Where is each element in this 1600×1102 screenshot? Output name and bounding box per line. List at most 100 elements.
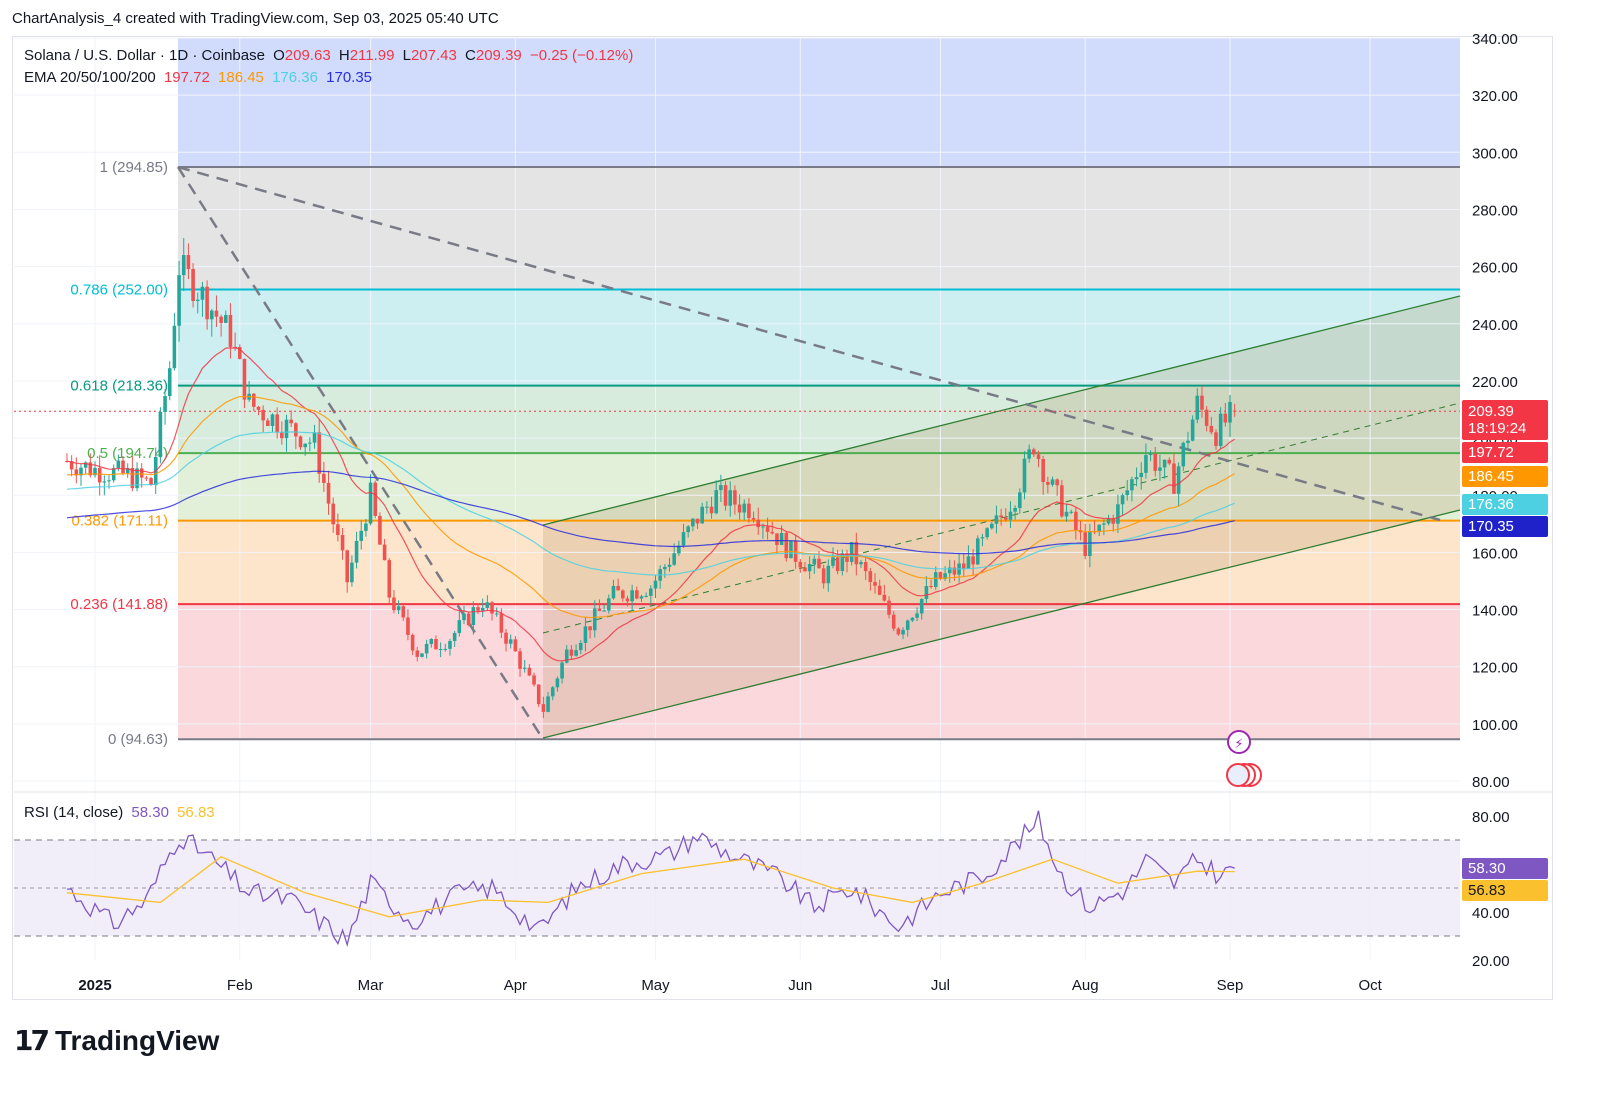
candle-body xyxy=(569,649,574,656)
candle-body xyxy=(1172,463,1176,494)
candle-body xyxy=(620,590,625,599)
candle-body xyxy=(508,639,513,644)
ema-legend-label[interactable]: EMA 20/50/100/200 xyxy=(24,69,156,86)
candle-body xyxy=(919,598,924,614)
candle-body xyxy=(1013,508,1017,512)
us-flag-icon[interactable] xyxy=(1226,763,1250,787)
candle-body xyxy=(163,396,167,412)
candle-body xyxy=(499,613,504,633)
candle-body xyxy=(588,626,592,631)
candle-body xyxy=(392,597,396,611)
candle-body xyxy=(121,460,125,474)
candle-body xyxy=(354,540,359,563)
candle-body xyxy=(350,562,354,583)
candle-body xyxy=(1008,511,1013,520)
candle-body xyxy=(742,503,747,513)
candle-body xyxy=(1144,455,1148,473)
candle-body xyxy=(345,550,350,583)
candle-body xyxy=(504,632,508,644)
candle-body xyxy=(639,596,644,599)
candle-body xyxy=(438,649,443,651)
fib-label: 0 (94.63) xyxy=(108,731,168,748)
candle-body xyxy=(536,684,541,705)
candle-body xyxy=(821,568,826,584)
candle-body xyxy=(592,608,597,631)
candle-body xyxy=(1055,479,1059,486)
candle-body xyxy=(284,419,289,439)
candle-body xyxy=(1022,458,1027,493)
candle-body xyxy=(733,490,737,505)
fib-label: 1 (294.85) xyxy=(100,159,168,176)
candle-body xyxy=(616,585,620,591)
candle-body xyxy=(223,315,228,323)
candle-body xyxy=(555,678,560,688)
candle-body xyxy=(975,538,980,565)
candle-body xyxy=(1218,413,1223,447)
candle-body xyxy=(1004,517,1008,520)
candle-body xyxy=(817,558,821,569)
candle-body xyxy=(901,629,905,635)
ema20-value: 197.72 xyxy=(163,69,210,86)
tradingview-logo[interactable]: 17 TradingView xyxy=(14,1024,219,1057)
candle-body xyxy=(401,606,406,618)
candle-body xyxy=(242,358,247,400)
candle-body xyxy=(1018,492,1022,509)
candle-body xyxy=(985,528,989,538)
price-axis-label: 320.00 xyxy=(1472,88,1518,105)
candle-body xyxy=(1190,419,1195,441)
candle-body xyxy=(831,557,835,566)
price-axis-label: 140.00 xyxy=(1472,603,1518,620)
rsi-ma-tag: 56.83 xyxy=(1462,880,1548,901)
candle-body xyxy=(765,526,770,532)
time-axis-label: Mar xyxy=(358,977,384,994)
candle-body xyxy=(1232,410,1237,412)
candle-body xyxy=(280,432,284,439)
lightning-glyph: ⚡ xyxy=(1234,737,1243,752)
ema50-tag: 186.45 xyxy=(1462,466,1548,487)
candle-body xyxy=(812,558,817,565)
candle-body xyxy=(518,651,522,669)
tradingview-mark-icon: 17 xyxy=(14,1024,50,1057)
candle-body xyxy=(252,393,256,407)
candle-body xyxy=(172,325,177,369)
legend-change: −0.25 (−0.12%) xyxy=(529,47,634,64)
candle-body xyxy=(1214,432,1218,447)
candle-body xyxy=(859,562,863,565)
fib-label: 0.382 (171.11) xyxy=(72,513,168,530)
candle-body xyxy=(158,411,163,457)
candle-body xyxy=(933,572,938,588)
ema-legend: EMA 20/50/100/200 197.72 186.45 176.36 1… xyxy=(24,69,376,86)
candle-body xyxy=(462,613,466,621)
candle-body xyxy=(775,533,779,545)
candle-body xyxy=(854,542,859,565)
time-axis-label: Feb xyxy=(227,977,253,994)
candle-body xyxy=(476,607,480,611)
candle-body xyxy=(181,255,186,276)
bar-countdown: 18:19:24 xyxy=(1468,420,1527,437)
candle-body xyxy=(452,632,457,641)
ema50-value: 186.45 xyxy=(218,69,264,86)
candle-body xyxy=(1036,454,1041,459)
rsi-legend-label[interactable]: RSI (14, close) xyxy=(24,804,123,821)
candle-body xyxy=(1153,453,1158,471)
candle-body xyxy=(270,414,275,427)
candle-body xyxy=(798,561,803,568)
candle-body xyxy=(999,515,1003,518)
candle-body xyxy=(1181,442,1186,467)
legend-symbol[interactable]: Solana / U.S. Dollar · 1D · Coinbase xyxy=(24,47,265,64)
price-axis-label: 160.00 xyxy=(1472,545,1518,562)
candle-body xyxy=(681,532,686,546)
candle-body xyxy=(1223,413,1228,423)
ema100-value: 176.36 xyxy=(272,69,318,86)
candle-body xyxy=(214,310,219,317)
candle-body xyxy=(228,315,233,347)
candle-body xyxy=(770,531,775,534)
last-price-value: 209.39 xyxy=(1468,403,1514,420)
candle-body xyxy=(630,590,634,602)
chart-canvas[interactable]: 1 (294.85) 0.786 (252.00) 0.618 (218.36) 0.… xyxy=(0,0,1600,1010)
candle-body xyxy=(1074,511,1078,531)
candle-body xyxy=(550,687,555,697)
legend-open-label: O xyxy=(273,47,285,64)
candle-body xyxy=(714,490,719,514)
candle-body xyxy=(803,567,807,572)
